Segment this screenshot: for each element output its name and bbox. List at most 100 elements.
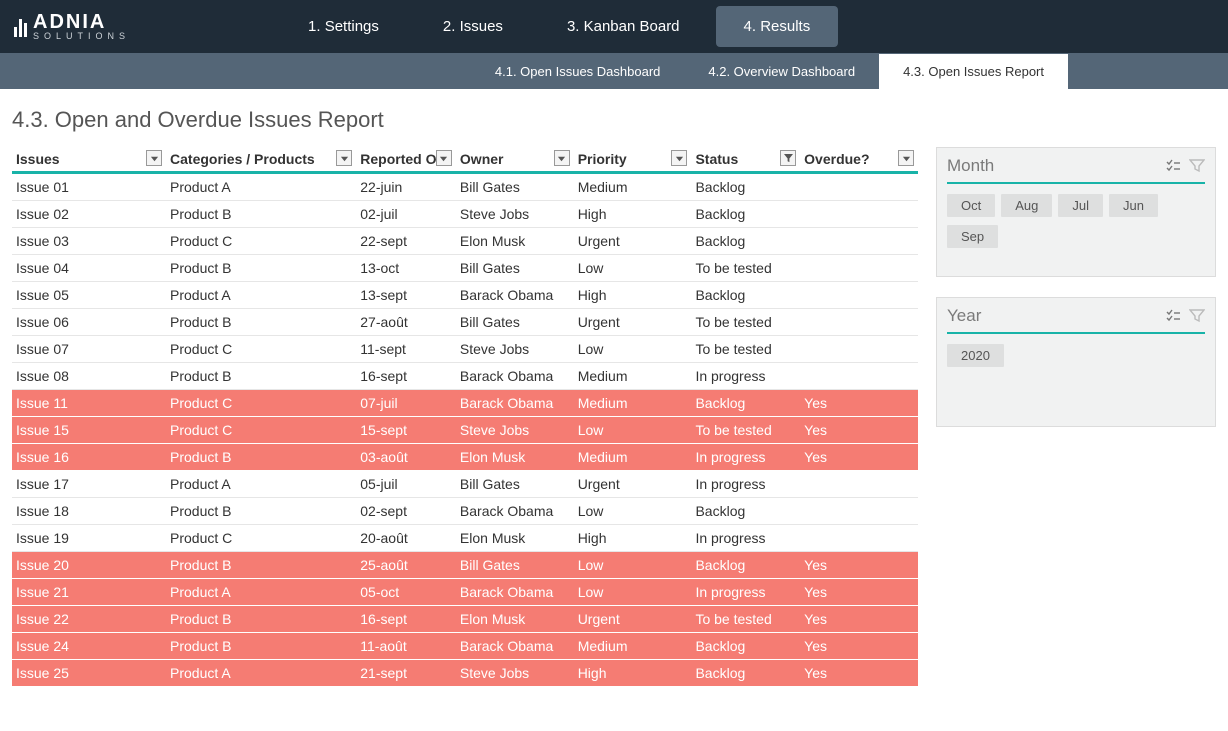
table-row[interactable]: Issue 02Product B02-juilSteve JobsHighBa… <box>12 201 918 228</box>
cell-priority: High <box>574 525 692 552</box>
nav-item-3[interactable]: 4. Results <box>716 6 839 47</box>
cell-priority: Low <box>574 552 692 579</box>
table-row[interactable]: Issue 22Product B16-septElon MuskUrgentT… <box>12 606 918 633</box>
cell-cat: Product C <box>166 228 356 255</box>
dropdown-icon[interactable] <box>146 150 162 166</box>
table-row[interactable]: Issue 19Product C20-aoûtElon MuskHighIn … <box>12 525 918 552</box>
dropdown-icon[interactable] <box>336 150 352 166</box>
month-option[interactable]: Sep <box>947 225 998 248</box>
month-option[interactable]: Jul <box>1058 194 1103 217</box>
cell-status: Backlog <box>691 173 800 201</box>
cell-reported: 13-oct <box>356 255 456 282</box>
filter-active-icon[interactable] <box>780 150 796 166</box>
cell-reported: 22-juin <box>356 173 456 201</box>
col-label: Reported On <box>360 151 445 167</box>
table-row[interactable]: Issue 03Product C22-septElon MuskUrgentB… <box>12 228 918 255</box>
multi-select-icon[interactable] <box>1165 158 1181 174</box>
cell-owner: Steve Jobs <box>456 201 574 228</box>
table-row[interactable]: Issue 21Product A05-octBarack ObamaLowIn… <box>12 579 918 606</box>
cell-issue: Issue 01 <box>12 173 166 201</box>
table-row[interactable]: Issue 24Product B11-aoûtBarack ObamaMedi… <box>12 633 918 660</box>
cell-overdue <box>800 498 918 525</box>
nav-item-0[interactable]: 1. Settings <box>280 6 407 47</box>
table-row[interactable]: Issue 18Product B02-septBarack ObamaLowB… <box>12 498 918 525</box>
cell-priority: Low <box>574 498 692 525</box>
year-slicer: Year 2020 <box>936 297 1216 427</box>
col-label: Owner <box>460 151 504 167</box>
subnav-item-2[interactable]: 4.3. Open Issues Report <box>879 54 1068 89</box>
cell-cat: Product B <box>166 363 356 390</box>
cell-reported: 13-sept <box>356 282 456 309</box>
table-row[interactable]: Issue 20Product B25-aoûtBill GatesLowBac… <box>12 552 918 579</box>
cell-reported: 05-oct <box>356 579 456 606</box>
table-row[interactable]: Issue 25Product A21-septSteve JobsHighBa… <box>12 660 918 687</box>
subnav-item-1[interactable]: 4.2. Overview Dashboard <box>684 54 879 89</box>
issues-table-wrap: IssuesCategories / ProductsReported OnOw… <box>12 147 918 687</box>
cell-issue: Issue 05 <box>12 282 166 309</box>
clear-filter-icon[interactable] <box>1189 158 1205 174</box>
cell-owner: Elon Musk <box>456 525 574 552</box>
dropdown-icon[interactable] <box>554 150 570 166</box>
table-row[interactable]: Issue 04Product B13-octBill GatesLowTo b… <box>12 255 918 282</box>
table-row[interactable]: Issue 07Product C11-septSteve JobsLowTo … <box>12 336 918 363</box>
table-row[interactable]: Issue 06Product B27-aoûtBill GatesUrgent… <box>12 309 918 336</box>
cell-issue: Issue 08 <box>12 363 166 390</box>
cell-reported: 16-sept <box>356 606 456 633</box>
cell-status: To be tested <box>691 606 800 633</box>
cell-issue: Issue 24 <box>12 633 166 660</box>
cell-status: To be tested <box>691 417 800 444</box>
table-row[interactable]: Issue 15Product C15-septSteve JobsLowTo … <box>12 417 918 444</box>
col-owner: Owner <box>456 147 574 173</box>
cell-overdue: Yes <box>800 417 918 444</box>
col-overdue-: Overdue? <box>800 147 918 173</box>
main-nav: 1. Settings2. Issues3. Kanban Board4. Re… <box>280 6 838 47</box>
dropdown-icon[interactable] <box>898 150 914 166</box>
month-option[interactable]: Jun <box>1109 194 1158 217</box>
cell-overdue <box>800 255 918 282</box>
cell-reported: 16-sept <box>356 363 456 390</box>
cell-issue: Issue 04 <box>12 255 166 282</box>
cell-cat: Product A <box>166 579 356 606</box>
cell-overdue: Yes <box>800 606 918 633</box>
cell-cat: Product B <box>166 444 356 471</box>
table-row[interactable]: Issue 08Product B16-septBarack ObamaMedi… <box>12 363 918 390</box>
clear-filter-icon[interactable] <box>1189 308 1205 324</box>
dropdown-icon[interactable] <box>436 150 452 166</box>
table-row[interactable]: Issue 11Product C07-juilBarack ObamaMedi… <box>12 390 918 417</box>
col-label: Categories / Products <box>170 151 315 167</box>
cell-priority: Medium <box>574 444 692 471</box>
cell-owner: Bill Gates <box>456 552 574 579</box>
table-row[interactable]: Issue 16Product B03-aoûtElon MuskMediumI… <box>12 444 918 471</box>
cell-cat: Product B <box>166 255 356 282</box>
month-slicer: Month OctAugJulJunSep <box>936 147 1216 277</box>
year-option[interactable]: 2020 <box>947 344 1004 367</box>
topbar: ADNIA SOLUTIONS 1. Settings2. Issues3. K… <box>0 0 1228 53</box>
cell-cat: Product B <box>166 606 356 633</box>
cell-status: Backlog <box>691 282 800 309</box>
subnav-item-0[interactable]: 4.1. Open Issues Dashboard <box>471 54 685 89</box>
nav-item-2[interactable]: 3. Kanban Board <box>539 6 708 47</box>
nav-item-1[interactable]: 2. Issues <box>415 6 531 47</box>
cell-owner: Elon Musk <box>456 228 574 255</box>
table-row[interactable]: Issue 01Product A22-juinBill GatesMedium… <box>12 173 918 201</box>
month-option[interactable]: Oct <box>947 194 995 217</box>
cell-issue: Issue 22 <box>12 606 166 633</box>
month-option[interactable]: Aug <box>1001 194 1052 217</box>
table-row[interactable]: Issue 05Product A13-septBarack ObamaHigh… <box>12 282 918 309</box>
cell-overdue: Yes <box>800 444 918 471</box>
cell-overdue <box>800 309 918 336</box>
multi-select-icon[interactable] <box>1165 308 1181 324</box>
cell-overdue <box>800 201 918 228</box>
page-title: 4.3. Open and Overdue Issues Report <box>0 89 1228 147</box>
cell-priority: Urgent <box>574 471 692 498</box>
cell-overdue: Yes <box>800 579 918 606</box>
cell-priority: Urgent <box>574 606 692 633</box>
cell-priority: Medium <box>574 633 692 660</box>
cell-priority: Medium <box>574 173 692 201</box>
cell-owner: Barack Obama <box>456 579 574 606</box>
cell-overdue <box>800 363 918 390</box>
table-row[interactable]: Issue 17Product A05-juilBill GatesUrgent… <box>12 471 918 498</box>
dropdown-icon[interactable] <box>671 150 687 166</box>
cell-owner: Steve Jobs <box>456 417 574 444</box>
cell-priority: Medium <box>574 390 692 417</box>
